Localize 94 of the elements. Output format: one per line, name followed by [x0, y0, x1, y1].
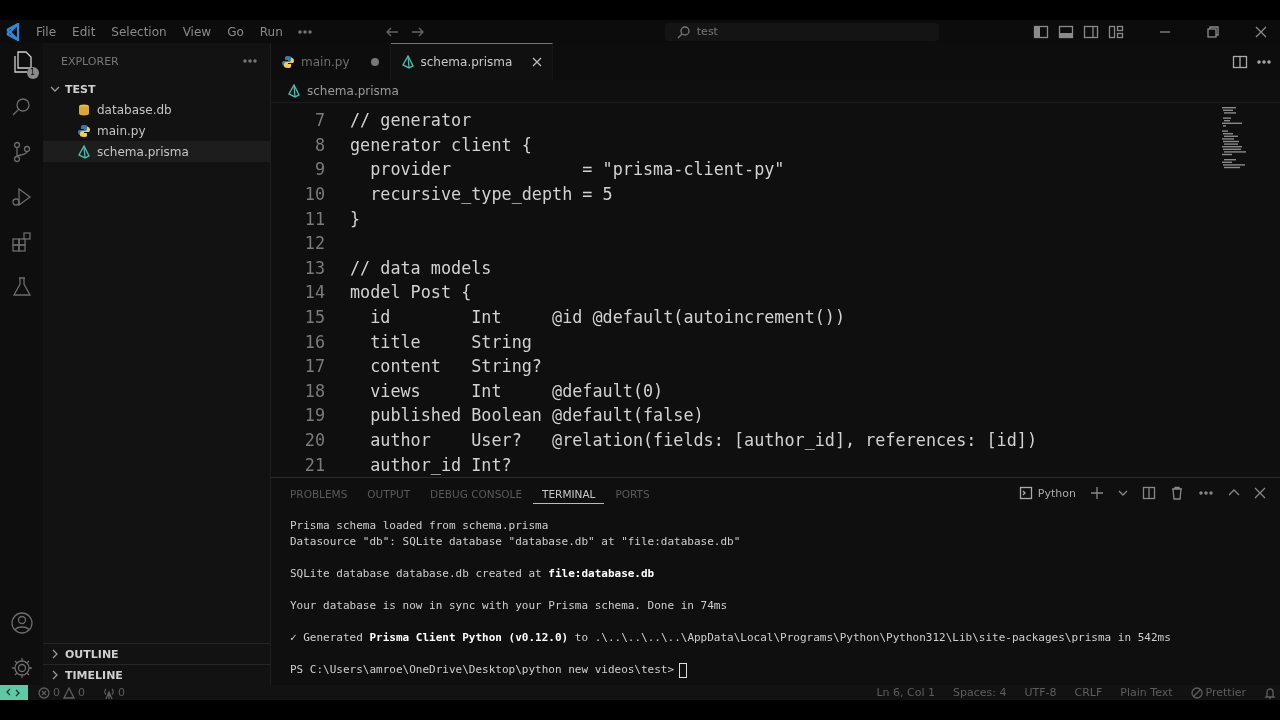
minimap-drawing [1220, 107, 1246, 169]
layout-icon[interactable] [1108, 23, 1124, 40]
python-icon [77, 123, 91, 138]
menu-item[interactable]: Edit [64, 24, 104, 39]
search-field[interactable]: test [664, 22, 939, 41]
chevron-icon [49, 84, 61, 94]
line-number: 11 [303, 208, 325, 229]
menu-item[interactable]: Run [251, 24, 291, 39]
code-line: title String [369, 331, 532, 352]
prisma-icon [400, 55, 415, 69]
line-number: 12 [303, 233, 325, 254]
close-icon[interactable] [1254, 24, 1268, 39]
code-line: recursive_type_depth = 5 [369, 184, 613, 205]
error-icon [38, 686, 50, 699]
count-badge: 1 [26, 67, 39, 79]
status-item[interactable]: Plain Text [1120, 686, 1173, 699]
explorer-entry[interactable]: main.py [43, 120, 270, 141]
line-number: 15 [303, 307, 325, 328]
code-line: author User? @relation(fields: [author_id], references: [id]) [369, 430, 1037, 450]
account-icon[interactable] [8, 610, 35, 636]
code-line: author_id Int? [369, 454, 512, 475]
unsaved-dot-icon [369, 56, 380, 67]
sidebar-toggle-icon[interactable] [1033, 23, 1049, 40]
search-icon [676, 24, 691, 39]
terminal-line: Datasource "db": SQLite database "database.db" at "file:database.db" [290, 534, 742, 550]
terminal-line: ✓ Generated Prisma Client Python (v0.12.0) to .\..\..\..\..\AppData\Local\Programs\Python\Python312\Lib\site-packages\prisma in 542ms [290, 630, 1172, 646]
split-editor-icon[interactable] [1232, 53, 1248, 70]
restore-icon[interactable] [1206, 24, 1220, 39]
terminal-icon [1018, 486, 1033, 500]
code-line: // generator [350, 110, 472, 131]
editor-tab[interactable]: main.py [271, 43, 391, 80]
explorer-entry[interactable]: database.db [43, 99, 270, 120]
status-item[interactable]: CRLF [1074, 686, 1103, 699]
line-number: 9 [313, 159, 325, 180]
panel-toggle-icon[interactable] [1058, 23, 1074, 40]
bell-icon[interactable] [1264, 686, 1276, 699]
antenna-icon [103, 686, 115, 699]
remote-icon[interactable] [0, 685, 28, 700]
problems-status[interactable]: 0 0 [38, 686, 85, 699]
sidebar-title: EXPLORER [61, 54, 119, 68]
line-number: 13 [303, 257, 325, 278]
terminal-line: Prisma schema loaded from schema.prisma [290, 518, 550, 534]
folder-header[interactable]: TEST [43, 79, 270, 99]
line-number: 8 [313, 134, 325, 155]
line-number: 18 [303, 380, 325, 401]
line-number: 16 [303, 331, 325, 352]
terminal-cursor [679, 662, 688, 678]
add-icon[interactable] [1090, 486, 1104, 500]
code-line: } [350, 208, 361, 229]
database-icon [77, 102, 91, 117]
line-number: 21 [303, 454, 325, 475]
code-line: published Boolean @default(false) [369, 405, 704, 426]
code-line: provider = "prisma-client-py" [369, 159, 785, 180]
menu-item[interactable]: View [174, 24, 220, 39]
close-icon[interactable] [532, 57, 543, 67]
status-item[interactable]: Ln 6, Col 1 [876, 686, 935, 699]
section-header[interactable]: OUTLINE [43, 643, 270, 664]
menu-item[interactable]: Go [219, 24, 252, 39]
terminal-line: Your database is now in sync with your Prisma schema. Done in 74ms [290, 598, 729, 614]
blocked-icon [1190, 686, 1203, 699]
code-line: content String? [369, 356, 542, 377]
line-number: 20 [303, 430, 325, 450]
line-number: 17 [303, 356, 325, 377]
editor-tab[interactable]: schema.prisma [390, 43, 554, 80]
warning-icon [63, 686, 75, 699]
secondary-sidebar-icon[interactable] [1083, 23, 1099, 40]
code-line: generator client { [350, 134, 532, 155]
explorer-entry[interactable]: schema.prisma [43, 141, 270, 162]
prisma-icon [77, 144, 91, 159]
panel-tab[interactable]: TERMINAL [533, 482, 605, 504]
terminal-line: SQLite database database.db created at file:database.db [290, 566, 656, 582]
trash-icon[interactable] [1170, 486, 1184, 500]
line-number: 19 [303, 405, 325, 426]
python-icon [281, 54, 295, 69]
menu-item[interactable]: Selection [103, 24, 175, 39]
line-number: 7 [313, 110, 325, 131]
code-line: id Int @id @default(autoincrement()) [369, 307, 846, 328]
chevron-down-icon[interactable] [1118, 488, 1128, 498]
line-number: 10 [303, 184, 325, 205]
prettier-status[interactable]: Prettier [1190, 686, 1246, 699]
code-line: model Post { [350, 282, 472, 303]
breadcrumb-item[interactable]: schema.prisma [307, 84, 399, 98]
status-item[interactable]: UTF-8 [1024, 686, 1057, 699]
ports-status[interactable]: 0 [103, 686, 125, 699]
terminal-prompt: PS C:\Users\amroe\OneDrive\Desktop\python new videos\test> [290, 662, 675, 678]
split-icon[interactable] [1142, 486, 1156, 500]
code-line: // data models [350, 257, 492, 278]
terminal-profile[interactable]: Python [1018, 486, 1076, 500]
status-item[interactable]: Spaces: 4 [953, 686, 1007, 699]
line-number: 14 [303, 282, 325, 303]
menu-item[interactable]: File [28, 24, 65, 39]
prisma-icon [287, 84, 301, 98]
code-line: views Int @default(0) [369, 380, 664, 401]
close-icon[interactable] [1254, 487, 1266, 499]
